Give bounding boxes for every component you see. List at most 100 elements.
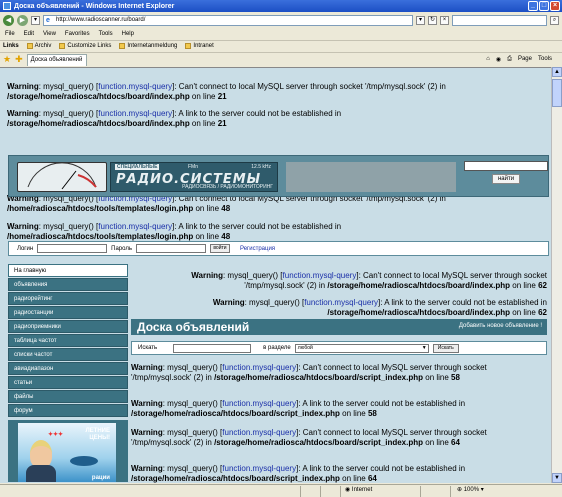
warning-text: ]: A link to the server could not be est… <box>296 464 466 473</box>
promo-caption: рации <box>91 475 110 481</box>
warning-function-link[interactable]: function.mysql-query <box>304 298 378 307</box>
warning-text: ]: A link to the server could not be est… <box>296 399 466 408</box>
zoom-control[interactable]: ⊕ 100% ▾ <box>450 485 510 497</box>
warning-2: Warning: mysql_query() [function.mysql-q… <box>7 109 427 129</box>
warning-function-link[interactable]: function.mysql-query <box>98 109 172 118</box>
sidebar-item-receivers[interactable]: радиоприемники <box>8 320 128 333</box>
warning-function-link[interactable]: function.mysql-query <box>222 363 296 372</box>
search-input[interactable] <box>452 14 547 26</box>
warning-file: /home/radiosca/htdocs/tools/templates/lo… <box>7 204 194 213</box>
menu-tools[interactable]: Tools <box>99 31 113 37</box>
menu-help[interactable]: Help <box>122 31 134 37</box>
print-icon[interactable]: ⎙ <box>507 56 512 63</box>
board-title: Доска объявлений <box>137 320 250 334</box>
home-icon[interactable]: ⌂ <box>486 56 490 63</box>
link-intranet[interactable]: Intranet <box>185 43 214 49</box>
favorites-star-icon[interactable]: ★ <box>3 54 11 65</box>
scroll-up-icon[interactable]: ▲ <box>552 67 562 77</box>
link-customize[interactable]: Customize Links <box>59 43 111 49</box>
page-menu[interactable]: Page <box>518 56 532 63</box>
signal-meter-icon <box>17 162 107 192</box>
sidebar-item-aviation[interactable]: авиадиапазон <box>8 362 128 375</box>
sidebar-item-files[interactable]: файлы <box>8 390 128 403</box>
logo-subtitle: РАДИОСВЯЗЬ / РАДИОМОНИТОРИНГ <box>182 184 273 190</box>
feeds-icon[interactable]: ◉ <box>496 56 501 63</box>
warning-text: : mysql_query() [ <box>162 428 223 437</box>
sidebar-item-articles[interactable]: статьи <box>8 376 128 389</box>
warning-label: Warning <box>131 399 163 408</box>
scroll-down-icon[interactable]: ▼ <box>552 473 562 483</box>
menu-view[interactable]: View <box>43 31 56 37</box>
url-input[interactable]: http://www.radioscanner.ru/board/ <box>43 14 413 26</box>
site-logo[interactable]: СПЕЦИАЛЬНЫЕ FMn 12.5 kHz РАДИО.СИСТЕМЫ Р… <box>110 162 278 192</box>
warning-text: ]: A link to the server could not be est… <box>172 222 342 231</box>
warning-function-link[interactable]: function.mysql-query <box>283 271 357 280</box>
link-archiv[interactable]: Archiv <box>26 43 51 49</box>
zone-label: Internet <box>351 486 373 493</box>
warning-4: Warning: mysql_query() [function.mysql-q… <box>7 222 427 242</box>
warning-function-link[interactable]: function.mysql-query <box>222 399 296 408</box>
site-search-button[interactable]: найти <box>492 174 520 184</box>
warning-6: Warning: mysql_query() [function.mysql-q… <box>131 298 547 318</box>
warning-text: : mysql_query() [ <box>162 363 223 372</box>
password-input[interactable] <box>135 244 206 253</box>
links-label: Links <box>3 43 19 49</box>
login-button[interactable]: войти <box>209 244 230 253</box>
forward-button[interactable]: ▶ <box>17 14 28 26</box>
site-search-input[interactable] <box>464 161 548 171</box>
board-search-button[interactable]: Искать <box>432 343 459 353</box>
sidebar-item-home[interactable]: На главную <box>8 264 128 277</box>
warning-line: 21 <box>217 119 227 128</box>
scroll-thumb[interactable] <box>552 79 562 107</box>
refresh-icon[interactable]: ↻ <box>428 15 437 25</box>
tools-menu[interactable]: Tools <box>538 56 552 63</box>
warning-text: on line <box>339 409 368 418</box>
add-favorites-icon[interactable]: ✚ <box>15 54 23 65</box>
security-zone: ◉ Internet <box>340 485 420 497</box>
sidebar-item-stations[interactable]: радиостанции <box>8 306 128 319</box>
board-search-input[interactable] <box>173 343 252 353</box>
warning-function-link[interactable]: function.mysql-query <box>98 82 172 91</box>
ie-icon <box>3 2 11 10</box>
logo-mode: FMn <box>188 164 198 170</box>
warning-function-link[interactable]: function.mysql-query <box>98 222 172 231</box>
maximize-button[interactable]: □ <box>539 1 549 11</box>
warning-file: /home/radiosca/htdocs/tools/templates/lo… <box>7 232 194 241</box>
minimize-button[interactable]: _ <box>528 1 538 11</box>
sidebar-item-freq-table[interactable]: таблица частот <box>8 334 128 347</box>
vertical-scrollbar[interactable]: ▲ ▼ <box>551 67 562 483</box>
login-input[interactable] <box>37 244 108 253</box>
warning-line: 58 <box>367 409 377 418</box>
board-section-select[interactable]: любой <box>294 343 429 353</box>
menu-edit[interactable]: Edit <box>24 31 34 37</box>
menu-favorites[interactable]: Favorites <box>65 31 90 37</box>
promo-person-face <box>30 440 52 468</box>
warning-text: : mysql_query() [ <box>244 298 305 307</box>
sidebar-item-ads[interactable]: объявления <box>8 278 128 291</box>
sidebar-item-forum[interactable]: форум <box>8 404 128 417</box>
site-banner: СПЕЦИАЛЬНЫЕ FMn 12.5 kHz РАДИО.СИСТЕМЫ Р… <box>8 155 549 197</box>
add-ad-link[interactable]: Добавить новое объявление ! <box>459 323 542 329</box>
promo-banner[interactable]: ✦✦✦ ЛЕТНИЕ ЦЕНЫ! рации <box>8 420 128 482</box>
url-dropdown-icon[interactable]: ▾ <box>416 15 425 25</box>
stop-icon[interactable]: × <box>440 15 449 25</box>
warning-line: 64 <box>451 438 460 447</box>
warning-function-link[interactable]: function.mysql-query <box>222 428 296 437</box>
register-link[interactable]: Регистрация <box>240 246 275 252</box>
close-button[interactable]: × <box>550 1 560 11</box>
status-bar: ◉ Internet ⊕ 100% ▾ <box>0 484 562 497</box>
link-icon <box>185 43 192 49</box>
history-dropdown-icon[interactable]: ▾ <box>31 15 40 25</box>
sidebar-item-rating[interactable]: радиорейтинг <box>8 292 128 305</box>
warning-file: /storage/home/radiosca/htdocs/board/inde… <box>327 281 511 290</box>
tab-current[interactable]: Доска объявлений <box>26 53 87 66</box>
menu-file[interactable]: File <box>5 31 15 37</box>
sidebar-item-freq-lists[interactable]: списки частот <box>8 348 128 361</box>
back-button[interactable]: ◀ <box>3 14 14 26</box>
link-internetanmeldung[interactable]: Internetanmeldung <box>119 43 177 49</box>
search-icon[interactable]: ⌕ <box>550 15 559 25</box>
warning-10: Warning: mysql_query() [function.mysql-q… <box>131 464 547 483</box>
board-search-label: Искать <box>138 345 158 351</box>
warning-file: /storage/home/radiosca/htdocs/board/inde… <box>327 308 511 317</box>
warning-function-link[interactable]: function.mysql-query <box>222 464 296 473</box>
